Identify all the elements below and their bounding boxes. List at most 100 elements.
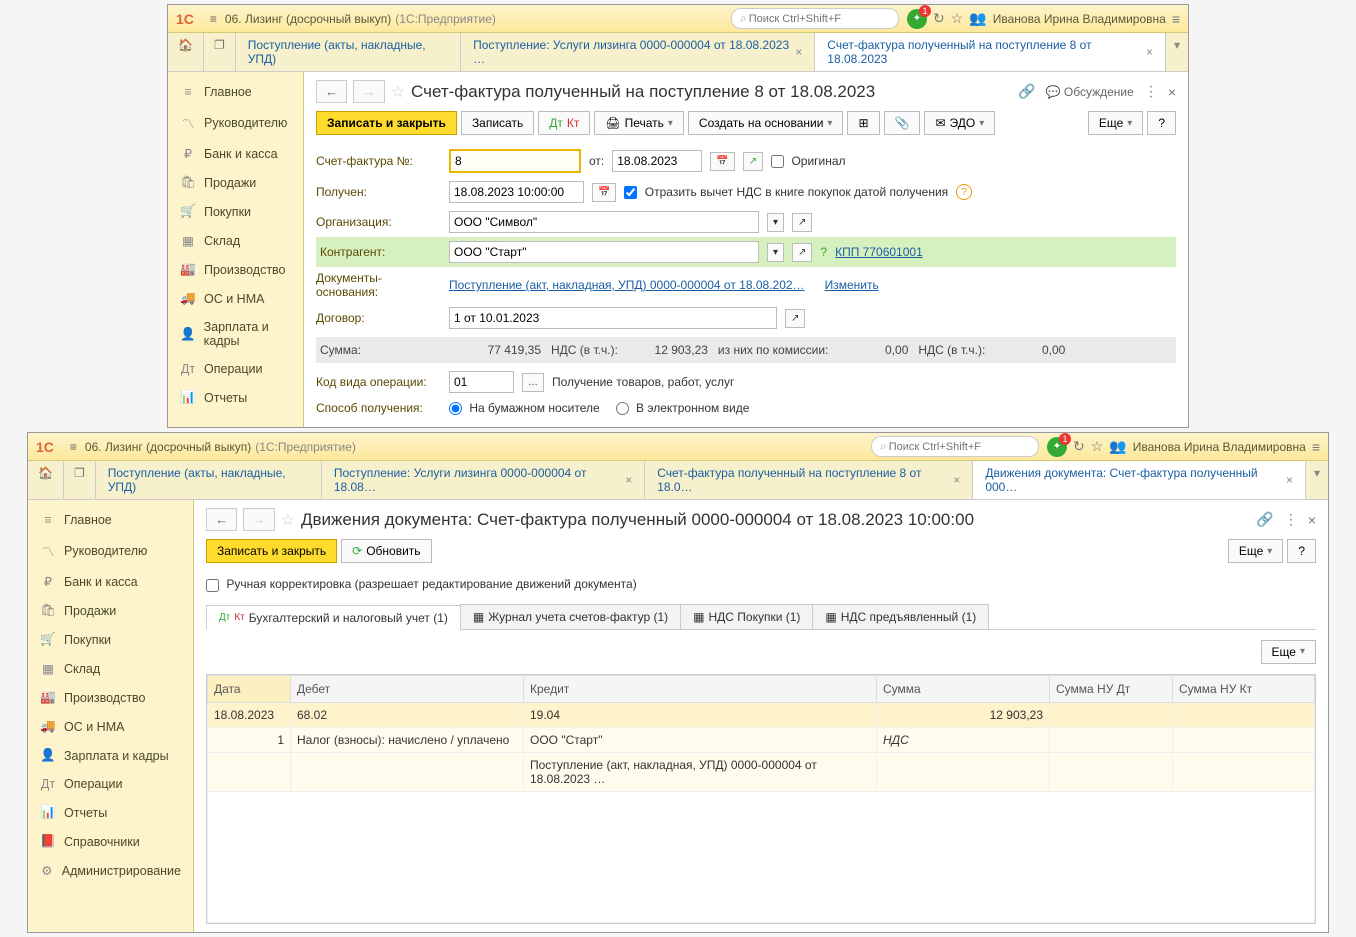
save-and-close-button[interactable]: Записать и закрыть [206,539,337,563]
sidebar-item[interactable]: ⚙Администрирование [28,856,193,885]
forward-button[interactable]: → [243,508,274,531]
sidebar-item[interactable]: 🛍Продажи [28,596,193,625]
open-icon[interactable]: ↗ [743,152,763,171]
tabs-overflow[interactable]: ▾ [1166,33,1188,71]
tab-2[interactable]: Счет-фактура полученный на поступление 8… [815,33,1166,71]
tabs-overflow[interactable]: ▾ [1306,461,1328,499]
more-button[interactable]: Еще [1088,111,1143,135]
grid-more-button[interactable]: Еще [1261,640,1316,664]
favorite-icon[interactable]: ☆ [391,82,405,102]
sidebar-item[interactable]: 🛒Покупки [168,197,303,226]
docs-link[interactable]: Поступление (акт, накладная, УПД) 0000-0… [449,278,805,292]
sidebar-item[interactable]: ДтОперации [28,770,193,798]
create-based-button[interactable]: Создать на основании [688,111,844,135]
contract-input[interactable] [449,307,777,329]
save-and-close-button[interactable]: Записать и закрыть [316,111,457,135]
back-button[interactable]: ← [316,80,347,103]
tab-windows[interactable]: ❐ [204,33,236,71]
kpp-link[interactable]: КПП 770601001 [835,245,923,259]
settings-icon[interactable]: ≡ [1172,11,1180,27]
favorite-icon[interactable]: ☆ [281,510,295,530]
sidebar-item[interactable]: ▦Склад [168,226,303,255]
close-icon[interactable]: × [953,473,960,487]
tab-windows[interactable]: ❐ [64,461,96,499]
sidebar-item[interactable]: ₽Банк и касса [28,567,193,596]
select-icon[interactable]: ▾ [767,213,784,232]
close-icon[interactable]: × [1168,84,1176,100]
help-button[interactable]: ? [1287,539,1316,563]
sidebar-item[interactable]: 🏭Производство [28,683,193,712]
forward-button[interactable]: → [353,80,384,103]
search-input[interactable] [887,440,1030,454]
sidebar-item[interactable]: 🛍Продажи [168,168,303,197]
tab2-journal[interactable]: ▦ Журнал учета счетов-фактур (1) [460,604,681,629]
invoice-no-input[interactable] [449,149,581,173]
attach-button[interactable]: 📎 [884,111,921,135]
method-elec-radio[interactable]: В электронном виде [616,401,750,415]
search-input[interactable] [747,12,890,26]
star-icon[interactable]: ☆ [1091,438,1104,455]
help-button[interactable]: ? [1147,111,1176,135]
notification-badge[interactable]: ✦ [907,9,927,29]
close-icon[interactable]: × [1146,45,1153,59]
sidebar-item[interactable]: ≡Главное [168,78,303,106]
open-icon[interactable]: ↗ [785,309,805,328]
original-checkbox[interactable]: Оригинал [771,154,845,168]
history-icon[interactable]: ↻ [933,10,945,27]
sidebar-item[interactable]: 🚚ОС и НМА [168,284,303,313]
search-box[interactable]: ⌕ [731,8,899,29]
tab-3[interactable]: Движения документа: Счет-фактура получен… [973,461,1306,499]
history-icon[interactable]: ↻ [1073,438,1085,455]
tab-2[interactable]: Счет-фактура полученный на поступление 8… [645,461,973,499]
star-icon[interactable]: ☆ [951,10,964,27]
method-paper-radio[interactable]: На бумажном носителе [449,401,600,415]
received-input[interactable] [449,181,584,203]
tab-home[interactable]: 🏠 [28,461,64,499]
close-icon[interactable]: × [1286,473,1293,487]
contragent-input[interactable] [449,241,759,263]
back-button[interactable]: ← [206,508,237,531]
sidebar-item[interactable]: 🚚ОС и НМА [28,712,193,741]
tab2-accounting[interactable]: ДтКт Бухгалтерский и налоговый учет (1) [206,605,461,630]
op-code-input[interactable] [449,371,514,393]
sidebar-item[interactable]: 📊Отчеты [28,798,193,827]
sidebar-item[interactable]: 🏭Производство [168,255,303,284]
dtk-button[interactable]: ДтКт [538,111,590,135]
settings-icon[interactable]: ≡ [1312,439,1320,455]
sidebar-item[interactable]: 📊Отчеты [168,383,303,412]
notification-badge[interactable]: ✦ [1047,437,1067,457]
sidebar-item[interactable]: 〽Руководителю [28,534,193,567]
close-icon[interactable]: × [795,45,802,59]
sidebar-item[interactable]: ≡Главное [28,506,193,534]
sidebar-item[interactable]: ▦Склад [28,654,193,683]
open-icon[interactable]: ↗ [792,213,812,232]
tab-1[interactable]: Поступление: Услуги лизинга 0000-000004 … [322,461,645,499]
tab-1[interactable]: Поступление: Услуги лизинга 0000-000004 … [461,33,815,71]
tab-0[interactable]: Поступление (акты, накладные, УПД) [96,461,322,499]
calendar-icon[interactable]: 📅 [592,183,616,202]
close-icon[interactable]: × [1308,512,1316,528]
sidebar-item[interactable]: 📕Справочники [28,827,193,856]
reflect-checkbox[interactable]: Отразить вычет НДС в книге покупок датой… [624,185,948,199]
link-icon[interactable]: 🔗 [1018,83,1035,100]
more-button[interactable]: Еще [1228,539,1283,563]
tab2-vat-buy[interactable]: ▦ НДС Покупки (1) [680,604,813,629]
register-button[interactable]: ⊞ [847,111,879,135]
refresh-button[interactable]: ⟳ Обновить [341,539,431,563]
manual-checkbox[interactable]: Ручная корректировка (разрешает редактир… [206,577,637,591]
menu-icon[interactable]: ≡ [210,12,217,26]
sidebar-item[interactable]: 🛒Покупки [28,625,193,654]
from-date-input[interactable] [612,150,702,172]
kebab-icon[interactable]: ⋮ [1284,511,1298,528]
sidebar-item[interactable]: ₽Банк и касса [168,139,303,168]
select-icon[interactable]: ▾ [767,243,784,262]
sidebar-item[interactable]: 👤Зарплата и кадры [168,313,303,355]
sidebar-item[interactable]: 👤Зарплата и кадры [28,741,193,770]
edo-button[interactable]: ✉ ЭДО [924,111,995,135]
accounting-grid[interactable]: Дата Дебет Кредит Сумма Сумма НУ Дт Сумм… [206,674,1316,924]
help-icon[interactable]: ? [820,245,827,259]
open-icon[interactable]: ↗ [792,243,812,262]
close-icon[interactable]: × [625,473,632,487]
change-link[interactable]: Изменить [825,278,879,292]
tab2-vat-presented[interactable]: ▦ НДС предъявленный (1) [812,604,989,629]
